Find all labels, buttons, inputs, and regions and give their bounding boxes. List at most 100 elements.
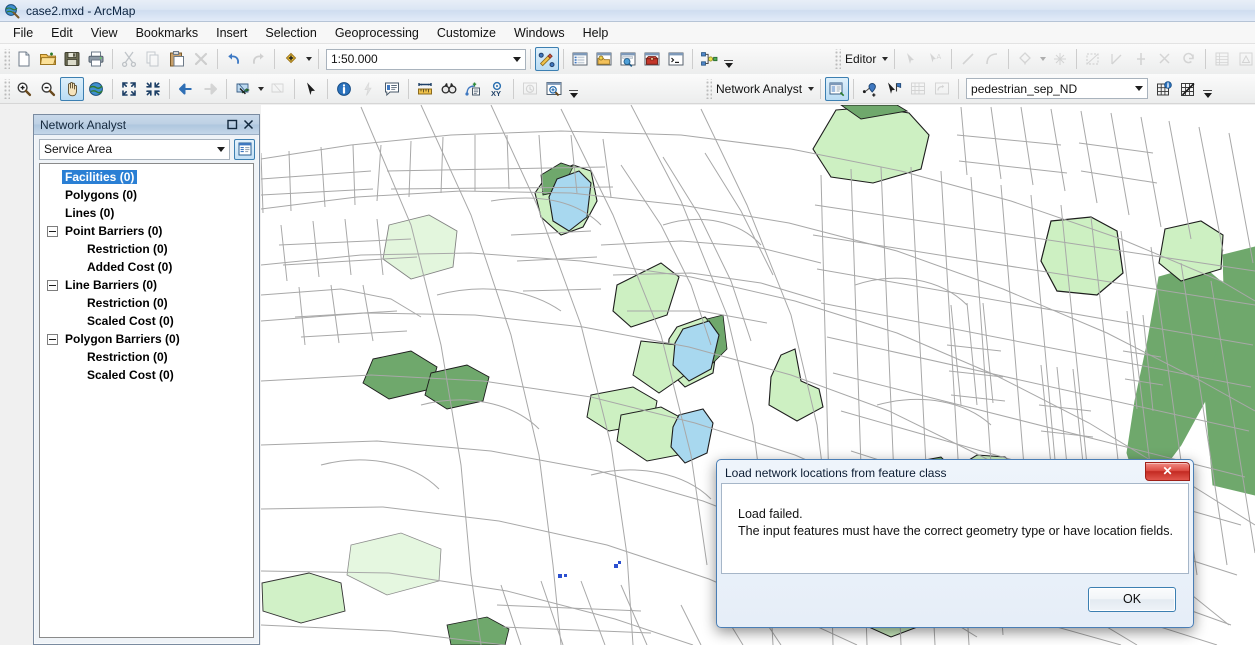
chevron-down-icon[interactable] <box>212 140 229 159</box>
construction-tool-dropdown-icon <box>1037 47 1048 71</box>
toolbar-gripper-standard[interactable] <box>3 49 10 69</box>
identify-icon[interactable] <box>332 77 356 101</box>
toolbar-separator <box>294 78 295 99</box>
new-document-icon[interactable] <box>12 47 36 71</box>
toolbar-separator <box>327 78 328 99</box>
fixed-zoom-in-icon[interactable] <box>117 77 141 101</box>
tree-item-point-added-cost[interactable]: Added Cost (0) <box>40 258 253 276</box>
map-scale-combo[interactable]: 1:50.000 <box>326 48 526 70</box>
load-network-locations-dialog: Load network locations from feature clas… <box>716 459 1194 628</box>
network-analyst-panel: Network Analyst Service Area Facilities … <box>33 114 260 645</box>
menu-bookmarks[interactable]: Bookmarks <box>127 23 208 43</box>
editor-menu-label[interactable]: Editor <box>843 52 879 66</box>
create-network-location-icon[interactable] <box>858 77 882 101</box>
tree-item-polygon-scaled-cost[interactable]: Scaled Cost (0) <box>40 366 253 384</box>
find-route-icon[interactable] <box>461 77 485 101</box>
add-data-icon[interactable] <box>279 47 303 71</box>
collapse-icon[interactable] <box>47 225 58 237</box>
network-disabled-icon[interactable] <box>1176 77 1200 101</box>
tree-item-line-scaled-cost[interactable]: Scaled Cost (0) <box>40 312 253 330</box>
toolbar-gripper-tools[interactable] <box>3 78 10 99</box>
clear-selection-icon <box>266 77 290 101</box>
toolbar-overflow-network-analyst[interactable] <box>1201 76 1214 102</box>
modelbuilder-icon[interactable] <box>697 47 721 71</box>
dialog-titlebar: Load network locations from feature clas… <box>720 462 1190 483</box>
menu-insert[interactable]: Insert <box>207 23 256 43</box>
ok-button[interactable]: OK <box>1088 586 1176 612</box>
network-analyst-menu-label[interactable]: Network Analyst <box>714 82 805 96</box>
toolbar-overflow-tools[interactable] <box>567 76 580 102</box>
toolbar-overflow-standard[interactable] <box>722 46 735 72</box>
menu-help[interactable]: Help <box>574 23 618 43</box>
go-back-extent-icon[interactable] <box>174 77 198 101</box>
table-of-contents-icon[interactable] <box>568 47 592 71</box>
arctoolbox-icon[interactable] <box>640 47 664 71</box>
chevron-down-icon[interactable] <box>1130 79 1147 98</box>
menu-windows[interactable]: Windows <box>505 23 574 43</box>
editor-toolbar-toggle-icon[interactable] <box>535 47 559 71</box>
maximize-icon[interactable] <box>224 117 240 133</box>
create-viewer-window-icon[interactable] <box>542 77 566 101</box>
html-popup-icon[interactable] <box>380 77 404 101</box>
paste-icon[interactable] <box>165 47 189 71</box>
menu-customize[interactable]: Customize <box>428 23 505 43</box>
undo-icon[interactable] <box>222 47 246 71</box>
menu-file[interactable]: File <box>4 23 42 43</box>
python-window-icon[interactable] <box>664 47 688 71</box>
select-elements-icon[interactable] <box>299 77 323 101</box>
menu-edit[interactable]: Edit <box>42 23 82 43</box>
tree-item-polygons[interactable]: Polygons (0) <box>40 186 253 204</box>
chevron-down-icon[interactable] <box>508 50 525 69</box>
measure-icon[interactable] <box>413 77 437 101</box>
tree-item-polygon-barriers[interactable]: Polygon Barriers (0) <box>40 330 253 348</box>
go-forward-extent-icon <box>198 77 222 101</box>
toolbar-separator <box>217 49 218 69</box>
menu-view[interactable]: View <box>82 23 127 43</box>
network-analyst-window-toggle-icon[interactable] <box>234 138 255 160</box>
select-network-location-icon[interactable] <box>882 77 906 101</box>
editor-menu-dropdown-icon[interactable] <box>879 47 890 71</box>
close-icon[interactable] <box>240 117 256 133</box>
add-data-dropdown-icon[interactable] <box>303 47 314 71</box>
tree-item-point-restriction[interactable]: Restriction (0) <box>40 240 253 258</box>
network-analyst-window-icon[interactable] <box>825 76 850 101</box>
zoom-in-icon[interactable] <box>12 77 36 101</box>
analysis-layer-combo[interactable]: Service Area <box>39 138 230 160</box>
network-analyst-menu-dropdown-icon[interactable] <box>805 77 816 101</box>
network-analyst-tree[interactable]: Facilities (0) Polygons (0) Lines (0) Po… <box>39 163 254 638</box>
toolbar-gripper-network-analyst[interactable] <box>705 78 712 99</box>
toolbar-separator <box>513 78 514 99</box>
fixed-zoom-out-icon[interactable] <box>141 77 165 101</box>
tree-item-line-restriction[interactable]: Restriction (0) <box>40 294 253 312</box>
toolbar-separator <box>112 49 113 69</box>
network-dataset-combo[interactable]: pedestrian_sep_ND <box>966 78 1149 99</box>
collapse-icon[interactable] <box>47 333 58 345</box>
print-icon[interactable] <box>84 47 108 71</box>
close-icon[interactable]: ✕ <box>1145 462 1190 481</box>
pan-icon[interactable] <box>60 76 84 101</box>
network-identify-icon[interactable] <box>1152 77 1176 101</box>
menu-selection[interactable]: Selection <box>256 23 325 43</box>
find-icon[interactable] <box>437 77 461 101</box>
collapse-icon[interactable] <box>47 279 58 291</box>
tree-item-polygon-restriction[interactable]: Restriction (0) <box>40 348 253 366</box>
select-features-dropdown-icon[interactable] <box>255 77 266 101</box>
open-document-icon[interactable] <box>36 47 60 71</box>
tree-item-lines[interactable]: Lines (0) <box>40 204 253 222</box>
tree-item-facilities[interactable]: Facilities (0) <box>40 168 253 186</box>
menu-geoprocessing[interactable]: Geoprocessing <box>326 23 428 43</box>
search-window-icon[interactable] <box>616 47 640 71</box>
select-features-icon[interactable] <box>231 77 255 101</box>
network-analyst-layer-row: Service Area <box>34 135 259 162</box>
redo-icon <box>246 47 270 71</box>
save-icon[interactable] <box>60 47 84 71</box>
toolbar-gripper-editor[interactable] <box>834 49 841 69</box>
go-to-xy-icon[interactable]: XY <box>485 77 509 101</box>
toolbar-separator <box>958 78 960 99</box>
tree-item-line-barriers[interactable]: Line Barriers (0) <box>40 276 253 294</box>
catalog-window-icon[interactable] <box>592 47 616 71</box>
toolbar-separator <box>1008 49 1010 69</box>
tree-item-point-barriers[interactable]: Point Barriers (0) <box>40 222 253 240</box>
zoom-out-icon[interactable] <box>36 77 60 101</box>
full-extent-icon[interactable] <box>84 77 108 101</box>
